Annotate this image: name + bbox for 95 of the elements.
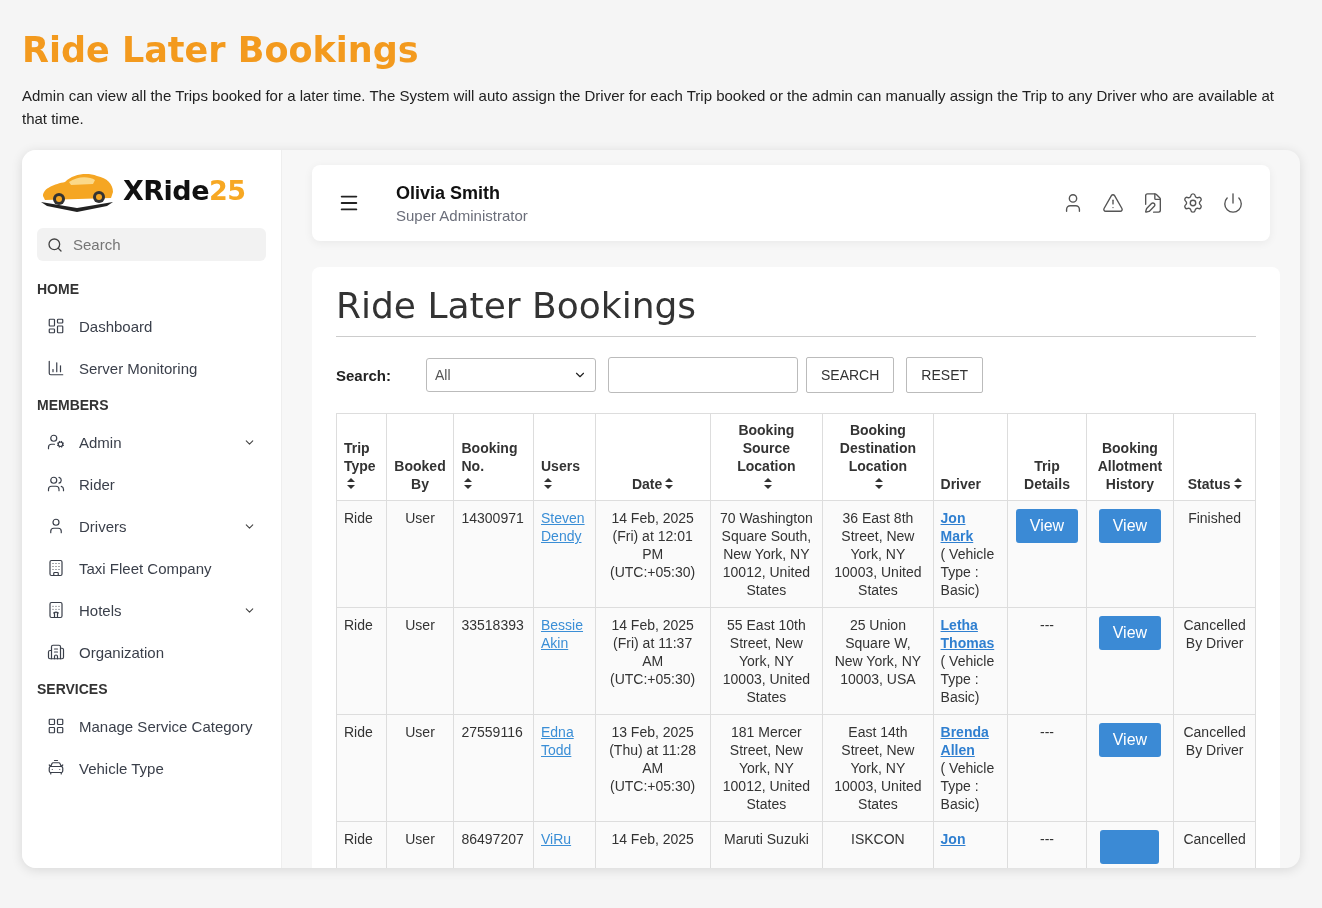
sort-icon[interactable] [665,478,674,489]
table-cell: User [405,616,435,634]
driver-link[interactable]: Jon Mark [940,509,1001,545]
section-heading: MEMBERS [37,397,110,413]
view-button[interactable]: View [1098,723,1162,757]
driver-link[interactable]: Letha Thomas [940,616,1001,652]
sort-icon[interactable] [1233,478,1242,489]
table-cell: --- [1007,821,1087,868]
sidebar-item[interactable]: Organization [37,639,266,665]
table-cell: --- [1007,607,1087,715]
search-box[interactable]: Search [37,228,266,261]
table-cell-text: 13 Feb, 2025 (Thu) at 11:28 AM (UTC:+05:30) [608,723,698,795]
settings-icon[interactable] [1182,192,1204,214]
table-cell: Ride [344,723,373,741]
search-field[interactable]: Search [71,235,255,254]
table-cell: Cancelled [1183,830,1246,848]
sort-icon[interactable] [347,478,355,489]
table-cell: User [405,509,435,527]
column-header[interactable]: Date [631,475,663,493]
table-cell-text: East 14th Street, New York, NY 10003, United States [833,723,923,813]
view-button[interactable]: View [1015,509,1079,543]
table-cell: --- [1007,714,1087,822]
table-cell: User [405,723,435,741]
page-description: Admin can view all the Trips booked for a later time. The System will auto assign the Driver for each Trip booked or the admin can manually assign the Trip to any Driver who are available at that time. [22,86,1275,129]
table-cell: ISKCON [851,830,905,848]
search-input[interactable] [608,357,798,393]
view-button[interactable]: View [1098,509,1162,543]
vehicle-type: ( Vehicle Type : Basic) [940,759,996,813]
search-button[interactable]: SEARCH [806,357,895,393]
power-icon[interactable] [1222,192,1244,214]
section-heading: HOME [37,281,80,297]
table-cell: Maruti Suzuki [723,830,809,848]
logo-text: XRide25 [123,174,246,206]
table-cell: Ride [344,616,373,634]
column-header[interactable]: Status [1187,475,1231,493]
column-header[interactable]: Users [541,457,580,475]
table-cell: 33518393 [461,616,524,634]
dashboard-icon [47,317,65,335]
sort-icon[interactable] [875,478,884,489]
table-cell-text: 25 Union Square W, New York, NY 10003, USA [833,616,923,688]
table-cell-text: Cancelled By Driver [1182,723,1247,759]
sidebar-item[interactable]: Server Monitoring [37,355,266,381]
people-icon [47,475,65,493]
table-cell-text: Cancelled By Driver [1182,616,1247,652]
sidebar-item[interactable]: Drivers [37,513,266,539]
view-button[interactable]: View [1098,616,1162,650]
sort-icon[interactable] [544,478,552,489]
page-title: Ride Later Bookings [22,30,420,70]
section-heading: SERVICES [37,681,109,697]
warning-icon[interactable] [1102,192,1124,214]
user-name: Olivia Smith [396,182,502,204]
sort-icon[interactable] [464,478,473,489]
column-header: Booked By [393,457,447,493]
column-header: Trip Details [1023,457,1071,493]
table-cell: Ride [344,509,373,527]
column-header: Booking Allotment History [1096,439,1164,493]
chart-icon [47,359,65,377]
table-cell: 14 Feb, 2025 [611,830,694,848]
reset-button[interactable]: RESET [906,357,984,393]
user-role: Super Administrator [396,206,529,224]
search-label: Search: [336,366,393,384]
sidebar-item[interactable]: Dashboard [37,313,266,339]
table-cell: 27559116 [461,723,523,741]
table-cell: 86497207 [461,830,524,848]
sidebar-item[interactable]: Vehicle Type [37,755,266,781]
sidebar-item[interactable]: Hotels [37,597,266,623]
table-cell: Finished [1188,509,1242,527]
sidebar-item[interactable]: Rider [37,471,266,497]
table-cell: User [405,830,435,848]
sidebar-item[interactable]: Admin [37,429,266,455]
sort-icon[interactable] [763,478,772,489]
taxi-icon [47,759,65,777]
table-cell-text: 14 Feb, 2025 (Fri) at 11:37 AM (UTC:+05:30) [609,616,697,688]
vehicle-type: ( Vehicle Type : Basic) [940,652,996,706]
hotel-icon [47,601,65,619]
table-cell: 14300971 [461,509,524,527]
edit-icon[interactable] [1142,192,1164,214]
vehicle-type: ( Vehicle Type : Basic) [940,545,996,599]
filter-select[interactable]: All [426,358,596,392]
sidebar-item[interactable]: Taxi Fleet Company [37,555,266,581]
table-cell-text: 181 Mercer Street, New York, NY 10012, United States [721,723,811,813]
column-header: Driver [940,475,981,493]
office-icon [47,643,65,661]
sidebar-item[interactable]: Manage Service Category [37,713,266,739]
table-cell-text: 55 East 10th Street, New York, NY 10003, United States [721,616,811,706]
search-icon [47,236,63,253]
driver-link[interactable]: Brenda Allen [940,723,1001,759]
person-icon [47,517,65,535]
table-cell-text: 70 Washington Square South, New York, NY 10012, United States [718,509,814,599]
content-title: Ride Later Bookings [336,285,1256,337]
table-cell-text: 14 Feb, 2025 (Fri) at 12:01 PM (UTC:+05:30) [609,509,697,581]
table-cell: Ride [344,830,373,848]
table-cell-text: 36 East 8th Street, New York, NY 10003, United States [833,509,923,599]
grid-icon [47,717,65,735]
building-icon [47,559,65,577]
